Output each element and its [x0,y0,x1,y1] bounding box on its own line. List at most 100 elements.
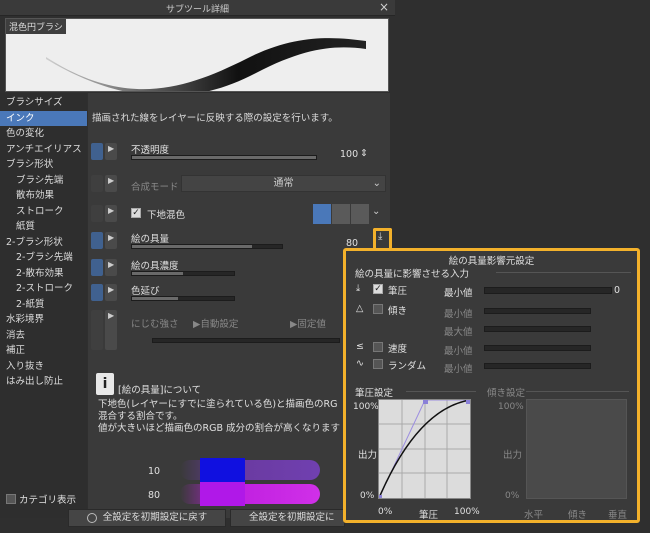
tilt-min-slider[interactable] [484,308,591,314]
sample-base-color-10 [200,458,245,482]
auto-setting-option[interactable]: ▶自動設定 [193,316,238,330]
speed-checkbox[interactable] [373,342,383,352]
tilt-label: 傾き [388,306,408,317]
sidebar-item[interactable]: ブラシサイズ [0,95,87,111]
paint-density-slider[interactable] [131,271,235,276]
pressure-min-value[interactable]: 0 [614,285,620,296]
sample-value-10: 10 [148,466,161,477]
sidebar-item[interactable]: 2-散布効果 [0,266,87,282]
sidebar-item[interactable]: インク [0,110,87,126]
sidebar-item[interactable]: 水彩境界 [0,312,87,328]
chevron-down-icon[interactable]: ⌄ [372,206,380,217]
mix-mode-icon-3[interactable] [351,204,369,224]
info-line-3: 値が大きいほど描画色のRGB 成分の割合が高くなります [98,423,341,434]
expand-arrow-icon[interactable]: ▶ [105,175,117,192]
panel-description: 描画された線をレイヤーに反映する際の設定を行います。 [92,113,338,124]
tilt-curve-graph [526,399,627,499]
sidebar-item[interactable]: 色の変化 [0,126,87,142]
sidebar-item[interactable]: アンチエイリアス [0,142,87,158]
brush-preview: 混色円ブラシ [5,18,389,92]
expand-arrow-icon[interactable]: ▶ [105,232,117,249]
mix-mode-icon-1[interactable] [313,204,331,224]
tilt-graph-x-tilt: 傾き [568,510,588,521]
expand-arrow-icon[interactable]: ▶ [105,143,117,160]
expand-arrow-icon[interactable]: ▶ [105,310,117,350]
sidebar-item[interactable]: 散布効果 [0,188,87,204]
color-stretch-label: 色延び [131,286,160,297]
pressure-checkbox[interactable]: ✓ [373,284,383,294]
tilt-min-label: 最小値 [444,309,473,320]
popup-inputs-section: 絵の具量に影響させる入力 [355,269,470,280]
underlay-placeholder [91,205,103,222]
sidebar-item[interactable]: はみ出し防止 [0,374,87,390]
info-icon: i [96,373,114,395]
opacity-value[interactable]: 100 [340,149,358,160]
fixed-value-label: 固定値 [297,319,326,330]
tilt-icon: △ [356,303,364,314]
pressure-min-label: 最小値 [444,288,473,299]
tilt-graph-y-bottom: 0% [505,491,520,501]
tilt-max-slider[interactable] [484,326,591,332]
tilt-graph-x-horizontal: 水平 [524,510,544,521]
close-icon[interactable]: × [379,0,389,14]
speed-min-slider[interactable] [484,345,591,351]
pressure-graph-x-left: 0% [378,507,393,517]
sidebar-item[interactable]: 紙質 [0,219,87,235]
speed-label: 速度 [388,344,408,355]
expand-arrow-icon[interactable]: ▶ [105,284,117,301]
blur-placeholder [91,310,103,350]
pressure-curve-graph[interactable] [377,399,471,500]
expand-arrow-icon[interactable]: ▶ [105,205,117,222]
pressure-graph-y-top: 100% [353,402,379,412]
eye-icon[interactable] [91,259,103,276]
sidebar-item[interactable]: ブラシ先端 [0,173,87,189]
eye-icon[interactable] [91,284,103,301]
eye-icon[interactable] [91,232,103,249]
window-title: サブツール詳細 [165,5,229,15]
blend-placeholder [91,175,103,192]
fixed-value-option[interactable]: ▶固定値 [290,316,326,330]
tilt-graph-y-label: 出力 [503,450,523,461]
pressure-graph-y-label: 出力 [358,450,378,461]
speed-min-label: 最小値 [444,346,473,357]
sidebar-item[interactable]: 2-ブラシ先端 [0,250,87,266]
divider [496,272,631,273]
sidebar-item[interactable]: 2-ブラシ形状 [0,235,87,251]
sidebar-item[interactable]: 補正 [0,343,87,359]
blur-slider[interactable] [152,338,340,343]
sidebar-item[interactable]: 消去 [0,328,87,344]
sidebar-item[interactable]: 2-紙質 [0,297,87,313]
random-min-slider[interactable] [484,363,591,369]
random-label: ランダム [388,361,427,372]
pressure-curve-svg [377,399,471,500]
sidebar-item[interactable]: 2-ストローク [0,281,87,297]
opacity-slider[interactable] [131,155,317,160]
sidebar-item[interactable]: 入り抜き [0,359,87,375]
color-stretch-slider[interactable] [131,296,235,301]
pressure-min-slider[interactable] [484,287,612,294]
sample-base-color-80 [200,482,245,506]
tilt-checkbox[interactable] [373,304,383,314]
pressure-label: 筆圧 [388,286,408,297]
tilt-graph-y-top: 100% [498,402,524,412]
info-title: [絵の具量]について [118,385,202,396]
underlay-checkbox[interactable]: ✓ [131,208,141,218]
sidebar-item[interactable]: ストローク [0,204,87,220]
register-default-button[interactable]: 全設定を初期設定に [230,509,345,527]
spin-icon[interactable]: ⇕ [360,148,368,159]
download-icon[interactable]: ⤓ [376,231,382,242]
blend-mode-value: 通常 [273,178,294,189]
expand-arrow-icon[interactable]: ▶ [105,259,117,276]
category-display-checkbox[interactable] [6,494,16,504]
blend-mode-select[interactable]: 通常 ⌄ [181,175,386,192]
sidebar-item[interactable]: ブラシ形状 [0,157,87,173]
blur-strength-label: にじむ強さ [131,319,179,330]
random-checkbox[interactable] [373,359,383,369]
paint-amount-label: 絵の具量 [131,234,170,245]
paint-amount-slider[interactable] [131,244,283,249]
eye-icon[interactable] [91,143,103,160]
mix-mode-icon-2[interactable] [332,204,350,224]
reset-all-button[interactable]: 全設定を初期設定に戻す [68,509,226,527]
tilt-graph-x-vertical: 垂直 [608,510,628,521]
register-default-label: 全設定を初期設定に [249,512,335,523]
